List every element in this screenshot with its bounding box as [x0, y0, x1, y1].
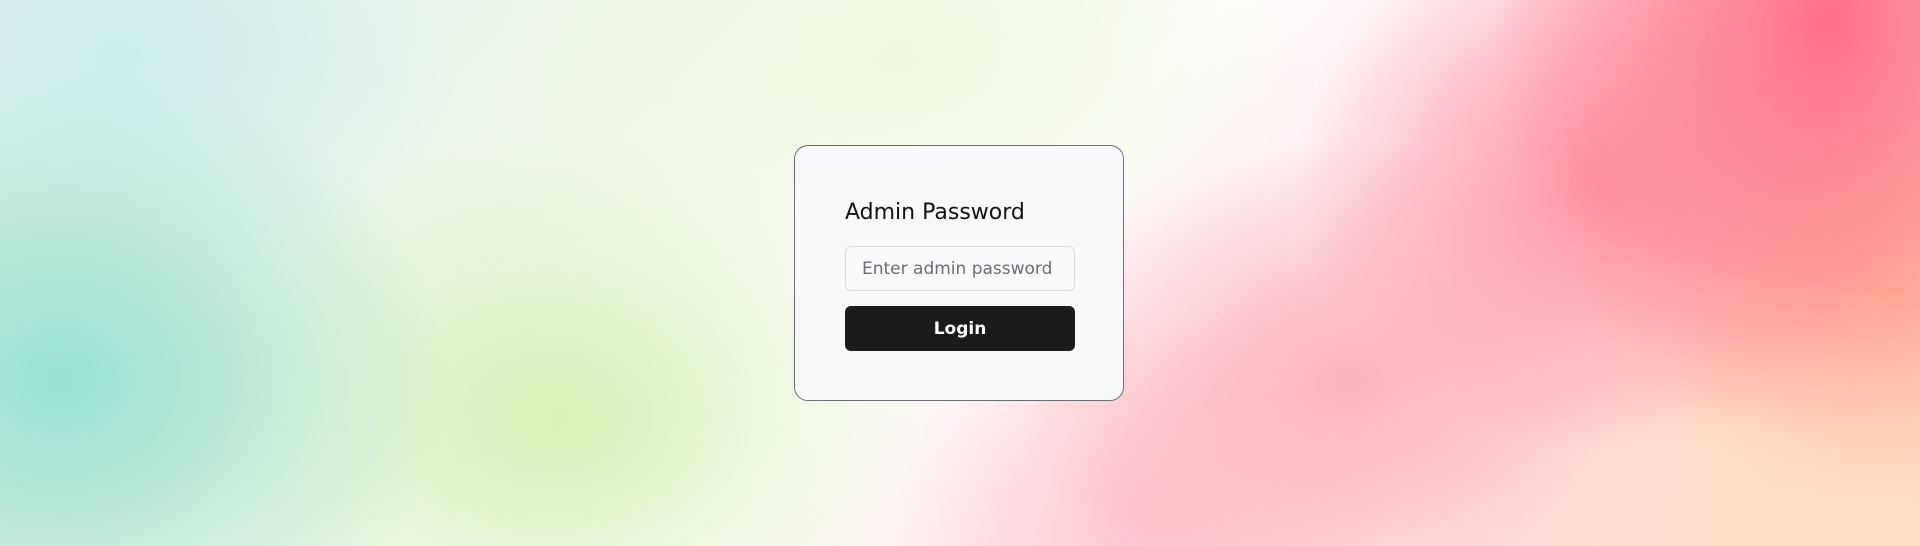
page-background: { "login_form": { "title": "Admin Passwo… [0, 0, 1920, 546]
card-title: Admin Password [845, 200, 1025, 225]
login-button[interactable]: Login [845, 306, 1075, 351]
login-card: Admin Password Login [794, 145, 1124, 401]
admin-password-input[interactable] [845, 246, 1075, 291]
